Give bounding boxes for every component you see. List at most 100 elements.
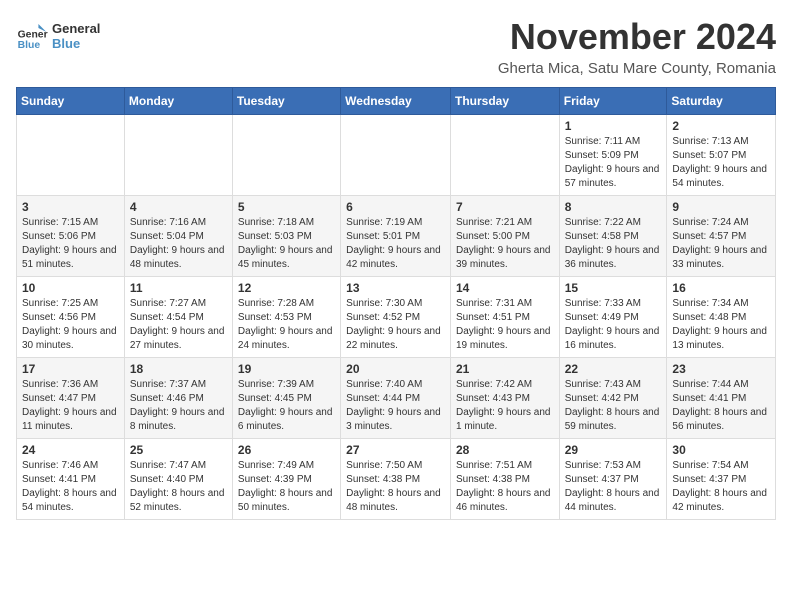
calendar-cell: 5Sunrise: 7:18 AMSunset: 5:03 PMDaylight… <box>232 196 340 277</box>
calendar-cell: 14 Sunrise: 7:31 AMSunset: 4:51 PMDayligh… <box>450 277 559 358</box>
calendar-cell: 20 Sunrise: 7:40 AMSunset: 4:44 PMDayligh… <box>341 358 451 439</box>
day-number: 24 <box>22 443 119 457</box>
calendar-cell: 29 Sunrise: 7:53 AMSunset: 4:37 PMDayligh… <box>559 439 667 520</box>
day-number: 17 <box>22 362 119 376</box>
calendar-cell: 25 Sunrise: 7:47 AMSunset: 4:40 PMDayligh… <box>124 439 232 520</box>
day-info: Sunrise: 7:28 AMSunset: 4:53 PMDaylight:… <box>238 297 335 353</box>
week-row-2: 3Sunrise: 7:15 AMSunset: 5:06 PMDaylight… <box>17 196 776 277</box>
day-number: 25 <box>130 443 227 457</box>
calendar-cell: 6Sunrise: 7:19 AMSunset: 5:01 PMDaylight… <box>341 196 451 277</box>
month-title: November 2024 <box>498 16 776 58</box>
day-number: 27 <box>346 443 445 457</box>
day-info: Sunrise: 7:39 AMSunset: 4:45 PMDaylight:… <box>238 378 335 434</box>
day-info: Sunrise: 7:24 AMSunset: 4:57 PMDaylight:… <box>672 216 770 272</box>
day-number: 19 <box>238 362 335 376</box>
day-info: Sunrise: 7:18 AMSunset: 5:03 PMDaylight:… <box>238 216 335 272</box>
day-info: Sunrise: 7:31 AMSunset: 4:51 PMDaylight:… <box>456 297 554 353</box>
day-info: Sunrise: 7:36 AMSunset: 4:47 PMDaylight:… <box>22 378 119 434</box>
day-info: Sunrise: 7:22 AMSunset: 4:58 PMDaylight:… <box>565 216 662 272</box>
day-info: Sunrise: 7:50 AMSunset: 4:38 PMDaylight:… <box>346 459 445 515</box>
logo: General Blue General Blue <box>16 20 100 52</box>
day-info: Sunrise: 7:40 AMSunset: 4:44 PMDaylight:… <box>346 378 445 434</box>
day-info: Sunrise: 7:13 AMSunset: 5:07 PMDaylight:… <box>672 135 770 191</box>
day-number: 1 <box>565 119 662 133</box>
header-row: SundayMondayTuesdayWednesdayThursdayFrid… <box>17 88 776 115</box>
calendar-cell: 28 Sunrise: 7:51 AMSunset: 4:38 PMDayligh… <box>450 439 559 520</box>
day-header-sunday: Sunday <box>17 88 125 115</box>
page-header: General Blue General Blue November 2024 … <box>16 16 776 77</box>
day-number: 30 <box>672 443 770 457</box>
calendar-cell <box>17 115 125 196</box>
calendar-cell: 23Sunrise: 7:44 AMSunset: 4:41 PMDayligh… <box>667 358 776 439</box>
logo-line1: General <box>52 21 100 36</box>
day-header-saturday: Saturday <box>667 88 776 115</box>
calendar-cell: 12 Sunrise: 7:28 AMSunset: 4:53 PMDayligh… <box>232 277 340 358</box>
day-number: 2 <box>672 119 770 133</box>
day-number: 23 <box>672 362 770 376</box>
week-row-1: 1 Sunrise: 7:11 AMSunset: 5:09 PMDaylight… <box>17 115 776 196</box>
calendar-cell <box>124 115 232 196</box>
calendar-cell <box>450 115 559 196</box>
day-header-friday: Friday <box>559 88 667 115</box>
location-subtitle: Gherta Mica, Satu Mare County, Romania <box>498 60 776 77</box>
calendar-cell: 10Sunrise: 7:25 AMSunset: 4:56 PMDayligh… <box>17 277 125 358</box>
day-header-wednesday: Wednesday <box>341 88 451 115</box>
svg-text:General: General <box>18 30 48 41</box>
calendar-cell: 13Sunrise: 7:30 AMSunset: 4:52 PMDayligh… <box>341 277 451 358</box>
day-info: Sunrise: 7:47 AMSunset: 4:40 PMDaylight:… <box>130 459 227 515</box>
day-info: Sunrise: 7:19 AMSunset: 5:01 PMDaylight:… <box>346 216 445 272</box>
calendar-cell: 27 Sunrise: 7:50 AMSunset: 4:38 PMDayligh… <box>341 439 451 520</box>
day-info: Sunrise: 7:16 AMSunset: 5:04 PMDaylight:… <box>130 216 227 272</box>
day-number: 29 <box>565 443 662 457</box>
title-section: November 2024 Gherta Mica, Satu Mare Cou… <box>498 16 776 77</box>
day-number: 28 <box>456 443 554 457</box>
day-info: Sunrise: 7:11 AMSunset: 5:09 PMDaylight:… <box>565 135 662 191</box>
day-info: Sunrise: 7:37 AMSunset: 4:46 PMDaylight:… <box>130 378 227 434</box>
logo-icon: General Blue <box>16 20 48 52</box>
day-number: 9 <box>672 200 770 214</box>
calendar-cell <box>341 115 451 196</box>
day-number: 13 <box>346 281 445 295</box>
day-number: 8 <box>565 200 662 214</box>
day-number: 11 <box>130 281 227 295</box>
day-info: Sunrise: 7:51 AMSunset: 4:38 PMDaylight:… <box>456 459 554 515</box>
day-number: 4 <box>130 200 227 214</box>
day-number: 15 <box>565 281 662 295</box>
calendar-cell: 24 Sunrise: 7:46 AMSunset: 4:41 PMDayligh… <box>17 439 125 520</box>
day-number: 22 <box>565 362 662 376</box>
week-row-5: 24 Sunrise: 7:46 AMSunset: 4:41 PMDayligh… <box>17 439 776 520</box>
calendar-header: SundayMondayTuesdayWednesdayThursdayFrid… <box>17 88 776 115</box>
day-number: 10 <box>22 281 119 295</box>
calendar-cell: 3Sunrise: 7:15 AMSunset: 5:06 PMDaylight… <box>17 196 125 277</box>
week-row-3: 10Sunrise: 7:25 AMSunset: 4:56 PMDayligh… <box>17 277 776 358</box>
calendar-cell: 9 Sunrise: 7:24 AMSunset: 4:57 PMDaylight… <box>667 196 776 277</box>
day-number: 18 <box>130 362 227 376</box>
calendar-cell: 17 Sunrise: 7:36 AMSunset: 4:47 PMDayligh… <box>17 358 125 439</box>
calendar-cell: 7 Sunrise: 7:21 AMSunset: 5:00 PMDaylight… <box>450 196 559 277</box>
week-row-4: 17 Sunrise: 7:36 AMSunset: 4:47 PMDayligh… <box>17 358 776 439</box>
calendar-cell: 11Sunrise: 7:27 AMSunset: 4:54 PMDayligh… <box>124 277 232 358</box>
day-info: Sunrise: 7:46 AMSunset: 4:41 PMDaylight:… <box>22 459 119 515</box>
day-number: 14 <box>456 281 554 295</box>
calendar-cell: 21Sunrise: 7:42 AMSunset: 4:43 PMDayligh… <box>450 358 559 439</box>
day-number: 21 <box>456 362 554 376</box>
day-info: Sunrise: 7:34 AMSunset: 4:48 PMDaylight:… <box>672 297 770 353</box>
calendar-body: 1 Sunrise: 7:11 AMSunset: 5:09 PMDaylight… <box>17 115 776 520</box>
day-number: 26 <box>238 443 335 457</box>
calendar-cell: 26Sunrise: 7:49 AMSunset: 4:39 PMDayligh… <box>232 439 340 520</box>
day-info: Sunrise: 7:21 AMSunset: 5:00 PMDaylight:… <box>456 216 554 272</box>
day-header-monday: Monday <box>124 88 232 115</box>
calendar-cell: 4 Sunrise: 7:16 AMSunset: 5:04 PMDaylight… <box>124 196 232 277</box>
day-number: 20 <box>346 362 445 376</box>
day-header-thursday: Thursday <box>450 88 559 115</box>
day-info: Sunrise: 7:53 AMSunset: 4:37 PMDaylight:… <box>565 459 662 515</box>
day-number: 7 <box>456 200 554 214</box>
day-info: Sunrise: 7:54 AMSunset: 4:37 PMDaylight:… <box>672 459 770 515</box>
logo-line2: Blue <box>52 36 100 51</box>
day-number: 12 <box>238 281 335 295</box>
day-info: Sunrise: 7:15 AMSunset: 5:06 PMDaylight:… <box>22 216 119 272</box>
calendar-cell: 19 Sunrise: 7:39 AMSunset: 4:45 PMDayligh… <box>232 358 340 439</box>
calendar-cell: 16Sunrise: 7:34 AMSunset: 4:48 PMDayligh… <box>667 277 776 358</box>
calendar-cell: 2 Sunrise: 7:13 AMSunset: 5:07 PMDaylight… <box>667 115 776 196</box>
calendar-cell: 18 Sunrise: 7:37 AMSunset: 4:46 PMDayligh… <box>124 358 232 439</box>
